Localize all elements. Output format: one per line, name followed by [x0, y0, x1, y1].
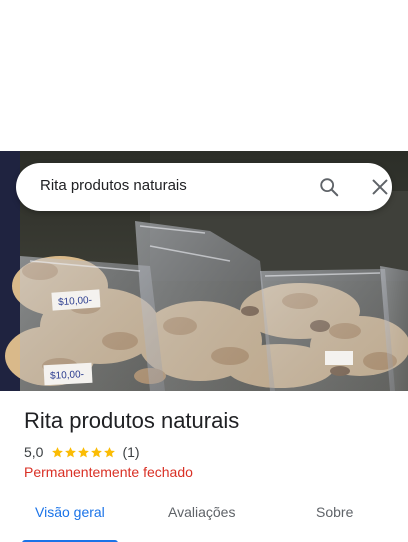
blank-header-area [0, 0, 408, 151]
star-icon [51, 446, 64, 459]
star-icon [90, 446, 103, 459]
status-label: Permanentemente fechado [24, 464, 193, 480]
star-icon [77, 446, 90, 459]
star-rating [51, 446, 116, 459]
price-tag-2: $10,00- [50, 369, 84, 382]
tab-overview[interactable]: Visão geral [35, 504, 105, 520]
search-icon[interactable] [318, 176, 340, 198]
review-count[interactable]: (1) [122, 444, 139, 460]
close-icon[interactable] [369, 176, 391, 198]
search-bar[interactable]: Rita produtos naturais [16, 163, 392, 211]
tab-reviews[interactable]: Avaliações [168, 504, 235, 520]
rating-value: 5,0 [24, 444, 44, 460]
tab-bar: Visão geral Avaliações Sobre [0, 490, 408, 542]
search-input[interactable]: Rita produtos naturais [40, 177, 187, 194]
star-icon [64, 446, 77, 459]
star-icon [103, 446, 116, 459]
rating-row[interactable]: 5,0 (1) [24, 443, 140, 461]
tab-about[interactable]: Sobre [316, 504, 353, 520]
place-title: Rita produtos naturais [24, 408, 240, 433]
